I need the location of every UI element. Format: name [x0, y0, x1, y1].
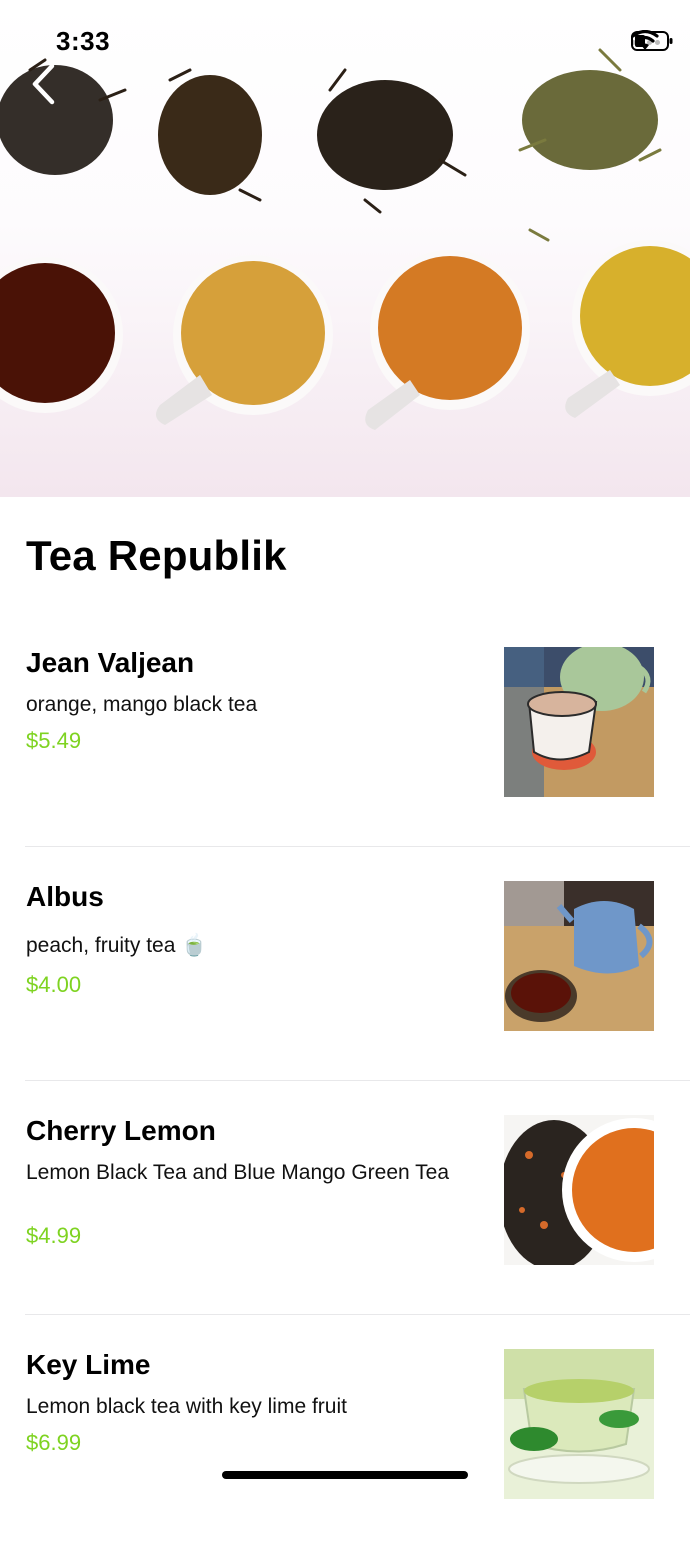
menu-item-price: $4.00: [26, 972, 82, 997]
menu-item-description: Lemon Black Tea and Blue Mango Green Tea: [26, 1161, 450, 1184]
menu-item[interactable]: Jean Valjean orange, mango black tea $5.…: [0, 613, 690, 846]
green-tea-cups-photo: [504, 1349, 654, 1499]
restaurant-title: Tea Republik: [26, 532, 287, 579]
chevron-left-icon: [32, 63, 55, 105]
home-indicator: [222, 1471, 468, 1479]
menu-item-description: Lemon black tea with key lime fruit: [26, 1395, 347, 1418]
status-time: 3:33: [56, 26, 111, 56]
back-button[interactable]: [30, 62, 70, 116]
menu-list: Jean Valjean orange, mango black tea $5.…: [0, 613, 690, 1548]
menu-item-name: Key Lime: [26, 1349, 151, 1380]
menu-item[interactable]: Cherry Lemon Lemon Black Tea and Blue Ma…: [25, 1080, 690, 1314]
battery-icon: [631, 31, 673, 51]
menu-item-name: Jean Valjean: [26, 647, 195, 678]
hero-image: 3:33: [0, 0, 690, 497]
menu-item-name: Albus: [26, 881, 104, 912]
menu-item[interactable]: Albus peach, fruity tea 🍵 $4.00: [25, 846, 690, 1080]
menu-item-description: peach, fruity tea 🍵: [26, 934, 208, 957]
menu-item-description: orange, mango black tea: [26, 693, 258, 716]
menu-item[interactable]: Key Lime Lemon black tea with key lime f…: [25, 1314, 690, 1548]
blue-teapot-photo: [504, 881, 654, 1031]
status-indicators: [631, 30, 673, 54]
menu-item-price: $6.99: [26, 1430, 82, 1455]
menu-item-name: Cherry Lemon: [26, 1115, 216, 1146]
menu-item-price: $5.49: [26, 728, 82, 753]
menu-item-price: $4.99: [26, 1223, 82, 1248]
teacup-photo: [504, 647, 654, 797]
tea-cups-illustration: [0, 48, 690, 430]
loose-leaf-tea-photo: [504, 1115, 654, 1265]
